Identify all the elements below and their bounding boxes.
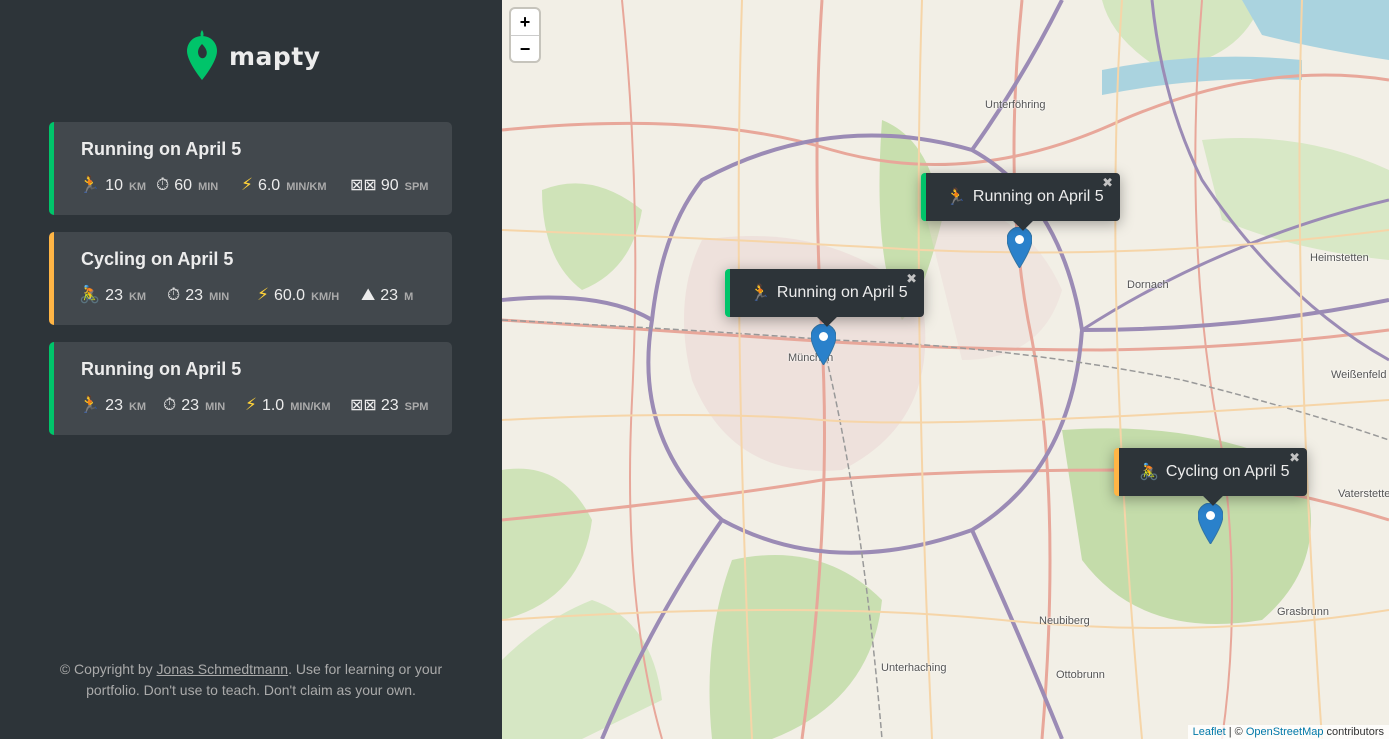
distance-unit: km	[128, 181, 147, 193]
footprints-icon: ⊠⊠	[350, 395, 377, 414]
popup-tip	[1203, 496, 1223, 506]
cadence-value: 90	[380, 177, 399, 194]
distance-unit: km	[128, 291, 147, 303]
place-label: Vaterstetten	[1338, 488, 1389, 500]
place-label: Unterföhring	[985, 99, 1046, 111]
copyright: © Copyright by Jonas Schmedtmann. Use fo…	[40, 659, 462, 701]
place-label: Weißenfeld	[1331, 369, 1387, 381]
duration-unit: min	[198, 181, 219, 193]
place-label: Dornach	[1127, 279, 1169, 291]
running-icon: 🏃	[79, 175, 101, 195]
map-marker-icon[interactable]	[1007, 227, 1032, 268]
lightning-icon: ⚡	[257, 285, 269, 305]
duration-detail: ⏱ 60 min	[156, 175, 218, 195]
lightning-icon: ⚡	[245, 395, 257, 415]
zoom-out-button[interactable]: −	[511, 35, 539, 61]
place-label: Neubiberg	[1039, 615, 1090, 627]
close-icon[interactable]: ✖	[1289, 451, 1300, 466]
workout-title: Running on April 5	[81, 139, 242, 159]
cadence-unit: spm	[404, 181, 429, 193]
speed-detail: ⚡ 60.0 km/h	[257, 285, 339, 305]
pace-value: 6.0	[257, 177, 281, 194]
map-tiles[interactable]	[502, 0, 1389, 739]
pace-detail: ⚡ 6.0 min/km	[241, 175, 327, 195]
popup-glyph: 🚴	[1139, 464, 1159, 481]
mountain-icon: ⛰	[361, 285, 376, 305]
map[interactable]: Unterföhring Dornach Heimstetten Weißenf…	[502, 0, 1389, 739]
workout-popup[interactable]: 🚴 Cycling on April 5 ✖	[1114, 448, 1307, 496]
cadence-detail: ⊠⊠ 90 spm	[350, 175, 428, 195]
distance-value: 10	[105, 177, 123, 194]
distance-unit: km	[128, 401, 147, 413]
popup-tip	[1013, 221, 1033, 231]
popup-glyph: 🏃	[946, 189, 966, 206]
footprints-icon: ⊠⊠	[350, 175, 377, 194]
duration-unit: min	[205, 401, 226, 413]
cadence-value: 23	[380, 397, 399, 414]
place-label: Heimstetten	[1310, 252, 1369, 264]
place-label: Grasbrunn	[1277, 606, 1329, 618]
popup-text: Cycling on April 5	[1165, 463, 1290, 480]
zoom-control: + −	[511, 9, 539, 61]
map-marker-icon[interactable]	[1198, 503, 1223, 544]
distance-detail: 🏃 23 km	[79, 395, 146, 415]
elevation-value: 23	[380, 287, 399, 304]
pace-unit: min/km	[290, 401, 331, 413]
workout-card[interactable]: Running on April 5 🏃 23 km ⏱ 23 min ⚡ 1.…	[49, 342, 452, 435]
map-marker-icon[interactable]	[811, 324, 836, 365]
workout-popup[interactable]: 🏃 Running on April 5 ✖	[921, 173, 1120, 221]
distance-value: 23	[105, 287, 123, 304]
pace-unit: min/km	[286, 181, 327, 193]
popup-glyph: 🏃	[750, 285, 770, 302]
attribution-separator: | ©	[1225, 726, 1246, 738]
workout-popup[interactable]: 🏃 Running on April 5 ✖	[725, 269, 924, 317]
attribution-suffix: contributors	[1323, 726, 1384, 738]
cadence-detail: ⊠⊠ 23 spm	[350, 395, 428, 415]
stopwatch-icon: ⏱	[163, 395, 177, 415]
workout-title: Cycling on April 5	[81, 249, 234, 269]
popup-text: Running on April 5	[776, 284, 908, 301]
duration-unit: min	[209, 291, 230, 303]
leaflet-link[interactable]: Leaflet	[1193, 726, 1226, 738]
cycling-icon: 🚴	[79, 285, 101, 305]
map-attribution: Leaflet | © OpenStreetMap contributors	[1187, 725, 1389, 739]
cadence-unit: spm	[404, 401, 429, 413]
zoom-in-button[interactable]: +	[511, 9, 539, 35]
logo-text: mapty	[229, 41, 321, 71]
elevation-unit: m	[404, 291, 414, 303]
lightning-icon: ⚡	[241, 175, 253, 195]
popup-tip	[817, 317, 837, 327]
distance-detail: 🚴 23 km	[79, 285, 146, 305]
sidebar: mapty Running on April 5 🏃 10 km ⏱ 60 mi…	[0, 0, 502, 739]
duration-detail: ⏱ 23 min	[163, 395, 225, 415]
distance-value: 23	[105, 397, 123, 414]
speed-value: 60.0	[273, 287, 306, 304]
workout-card[interactable]: Running on April 5 🏃 10 km ⏱ 60 min ⚡ 6.…	[49, 122, 452, 215]
pace-value: 1.0	[261, 397, 285, 414]
running-icon: 🏃	[79, 395, 101, 415]
workout-title: Running on April 5	[81, 359, 242, 379]
place-label: Unterhaching	[881, 662, 947, 674]
osm-link[interactable]: OpenStreetMap	[1246, 726, 1324, 738]
duration-detail: ⏱ 23 min	[167, 285, 229, 305]
close-icon[interactable]: ✖	[906, 272, 917, 287]
map-pin-logo-icon	[187, 30, 217, 80]
popup-text: Running on April 5	[972, 188, 1104, 205]
author-link[interactable]: Jonas Schmedtmann	[157, 661, 289, 677]
copyright-prefix: © Copyright by	[59, 661, 157, 677]
logo: mapty	[185, 30, 321, 82]
duration-value: 23	[185, 287, 204, 304]
distance-detail: 🏃 10 km	[79, 175, 146, 195]
place-label: Ottobrunn	[1056, 669, 1105, 681]
close-icon[interactable]: ✖	[1102, 176, 1113, 191]
stopwatch-icon: ⏱	[167, 285, 181, 305]
duration-value: 23	[181, 397, 200, 414]
pace-detail: ⚡ 1.0 min/km	[245, 395, 331, 415]
speed-unit: km/h	[311, 291, 340, 303]
stopwatch-icon: ⏱	[156, 175, 170, 195]
duration-value: 60	[174, 177, 193, 194]
elevation-detail: ⛰ 23 m	[361, 285, 413, 305]
workout-card[interactable]: Cycling on April 5 🚴 23 km ⏱ 23 min ⚡ 60…	[49, 232, 452, 325]
